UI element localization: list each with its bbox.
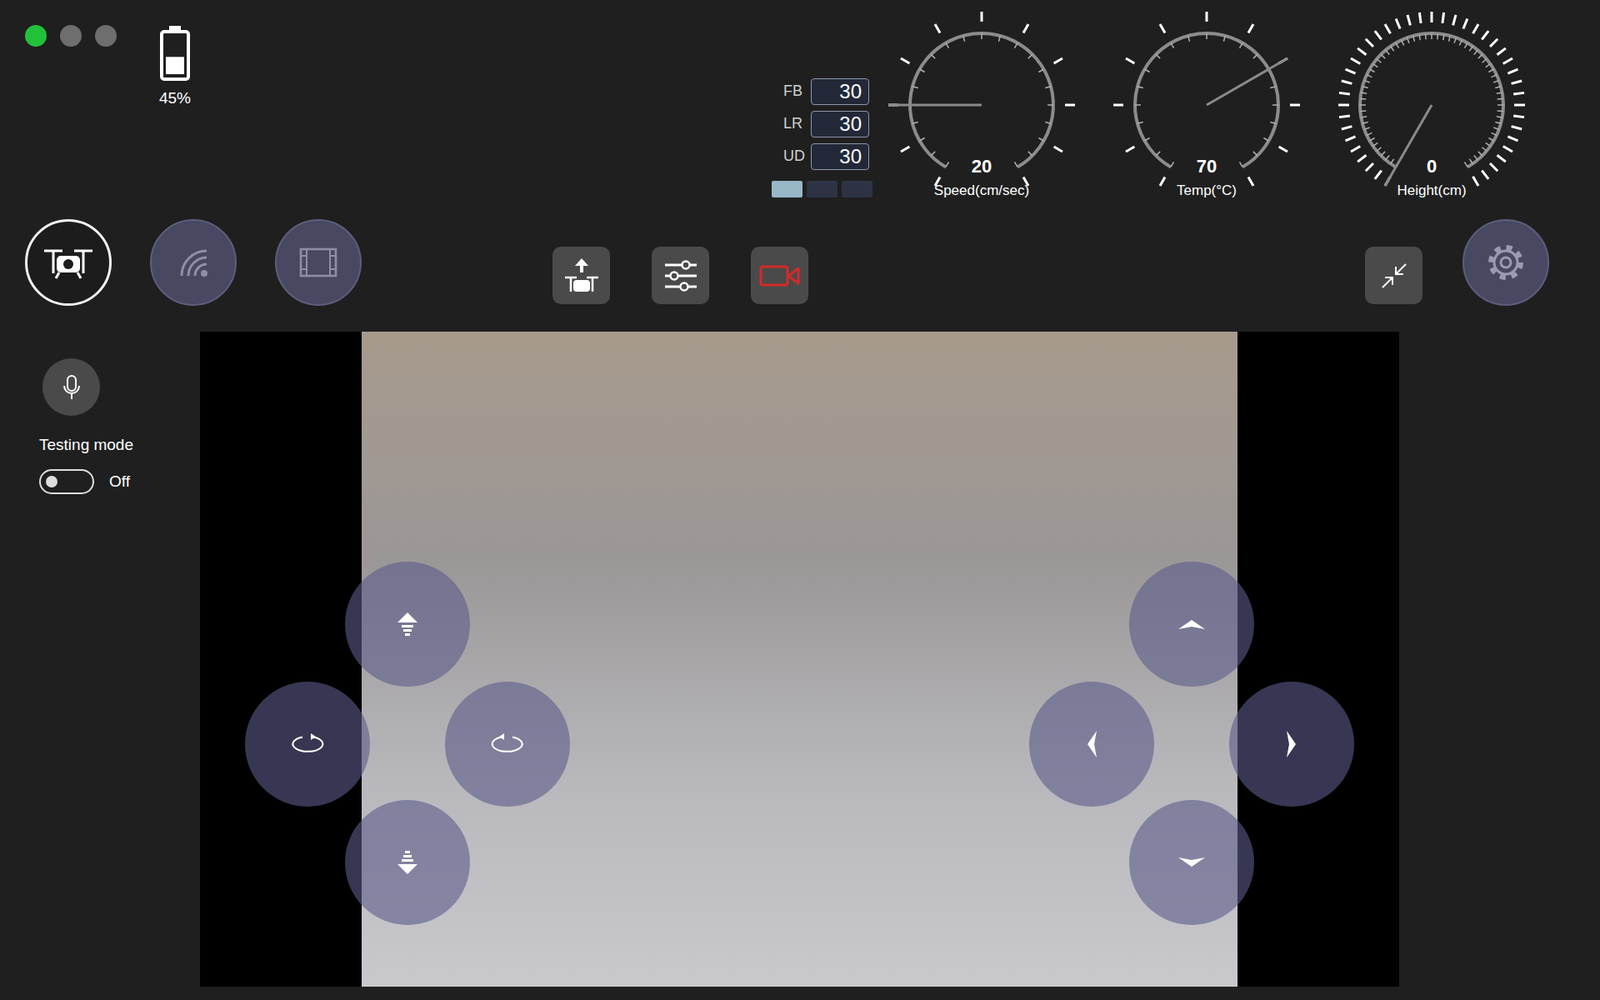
- gauge: 0 Height(cm): [1331, 5, 1532, 205]
- drone-control-app: 45% FB 30 LR 30 UD 30 20 Speed(cm/sec) 70 Temp(°C)…: [0, 0, 1600, 1000]
- takeoff-icon: [563, 256, 600, 295]
- gauge-value: 20: [881, 155, 1082, 178]
- status-dot[interactable]: [60, 25, 82, 47]
- signal-icon: [175, 244, 212, 281]
- gauge: 70 Temp(°C): [1106, 5, 1307, 205]
- sliders-icon: [662, 259, 700, 293]
- microphone-icon: [61, 374, 82, 401]
- speed-settings: FB 30 LR 30 UD 30: [771, 0, 873, 198]
- speed-input[interactable]: 30: [810, 143, 870, 170]
- rotate-right-icon: [489, 731, 526, 757]
- ascend-button[interactable]: [345, 561, 470, 687]
- gauge-value: 0: [1331, 155, 1532, 178]
- forward-button[interactable]: [1129, 561, 1255, 687]
- field-label: UD: [783, 147, 804, 165]
- telemetry: FB 30 LR 30 UD 30 20 Speed(cm/sec) 70 Temp(°C) 0 He…: [771, 0, 1600, 209]
- window-dots: [25, 25, 117, 47]
- backward-button[interactable]: [1129, 800, 1255, 925]
- testing-mode-toggle[interactable]: [39, 469, 95, 495]
- mode-buttons: [0, 219, 362, 306]
- descend-icon: [390, 845, 425, 880]
- chevron-down-icon: [1175, 845, 1209, 880]
- toggle-knob: [45, 475, 58, 488]
- descend-button[interactable]: [345, 800, 470, 925]
- testing-mode-row: Off: [39, 469, 200, 495]
- field-label: LR: [783, 115, 804, 133]
- battery: 45%: [158, 25, 192, 108]
- chevron-left-icon: [1075, 727, 1109, 761]
- action-buttons: [552, 246, 809, 305]
- gauges: 20 Speed(cm/sec) 70 Temp(°C) 0 Height(cm): [881, 0, 1532, 205]
- record-button[interactable]: [750, 246, 809, 305]
- microphone-button[interactable]: [42, 358, 100, 416]
- battery-reading: 45%: [159, 89, 191, 108]
- speed-input[interactable]: 30: [810, 110, 870, 138]
- gauge-label: Speed(cm/sec): [881, 182, 1082, 200]
- sidebar: Testing mode Off: [0, 331, 200, 987]
- main-area: Testing mode Off: [0, 331, 1600, 987]
- gauge-label: Height(cm): [1331, 182, 1532, 200]
- field-label: FB: [783, 82, 804, 100]
- mode-button[interactable]: [150, 219, 237, 306]
- speed-field-row: LR 30: [783, 107, 873, 140]
- settings-sliders-button[interactable]: [651, 246, 710, 305]
- gauge-label: Temp(°C): [1106, 182, 1307, 200]
- window-tools: [1365, 219, 1600, 306]
- status-dot[interactable]: [95, 25, 117, 47]
- speed-input[interactable]: 30: [810, 78, 870, 105]
- drone-icon: [42, 245, 95, 280]
- toolbar: [0, 219, 1600, 306]
- chevron-up-icon: [1175, 607, 1209, 641]
- compress-arrows-icon: [1379, 260, 1410, 291]
- film-icon: [299, 247, 338, 278]
- left-button[interactable]: [1029, 681, 1155, 807]
- takeoff-button[interactable]: [552, 246, 610, 305]
- speed-preset[interactable]: [806, 180, 838, 198]
- mode-button[interactable]: [275, 219, 362, 306]
- header: 45% FB 30 LR 30 UD 30 20 Speed(cm/sec) 70 Temp(°C)…: [0, 0, 1600, 209]
- settings-button[interactable]: [1462, 219, 1550, 306]
- mode-button[interactable]: [25, 219, 112, 306]
- status-dot[interactable]: [25, 25, 47, 47]
- speed-field-row: FB 30: [783, 75, 873, 108]
- gauge: 20 Speed(cm/sec): [881, 5, 1082, 205]
- gauge-value: 70: [1106, 155, 1307, 178]
- status-area: 45%: [0, 0, 192, 209]
- right-button[interactable]: [1229, 681, 1355, 807]
- toggle-state: Off: [109, 472, 130, 491]
- speed-presets: [771, 180, 873, 198]
- chevron-right-icon: [1275, 727, 1309, 761]
- ascend-icon: [390, 607, 425, 641]
- rotate-right-button[interactable]: [445, 681, 570, 807]
- compress-button[interactable]: [1365, 246, 1423, 305]
- speed-preset[interactable]: [841, 180, 873, 198]
- gear-icon: [1484, 240, 1528, 285]
- speed-preset[interactable]: [771, 180, 803, 198]
- rotate-left-button[interactable]: [245, 681, 370, 807]
- video-feed: [200, 331, 1400, 987]
- testing-mode-label: Testing mode: [39, 435, 200, 455]
- rotate-left-icon: [289, 731, 326, 757]
- battery-icon: [158, 25, 192, 83]
- camera-image: [361, 331, 1238, 987]
- speed-field-row: UD 30: [783, 140, 873, 173]
- video-camera-icon: [759, 263, 801, 289]
